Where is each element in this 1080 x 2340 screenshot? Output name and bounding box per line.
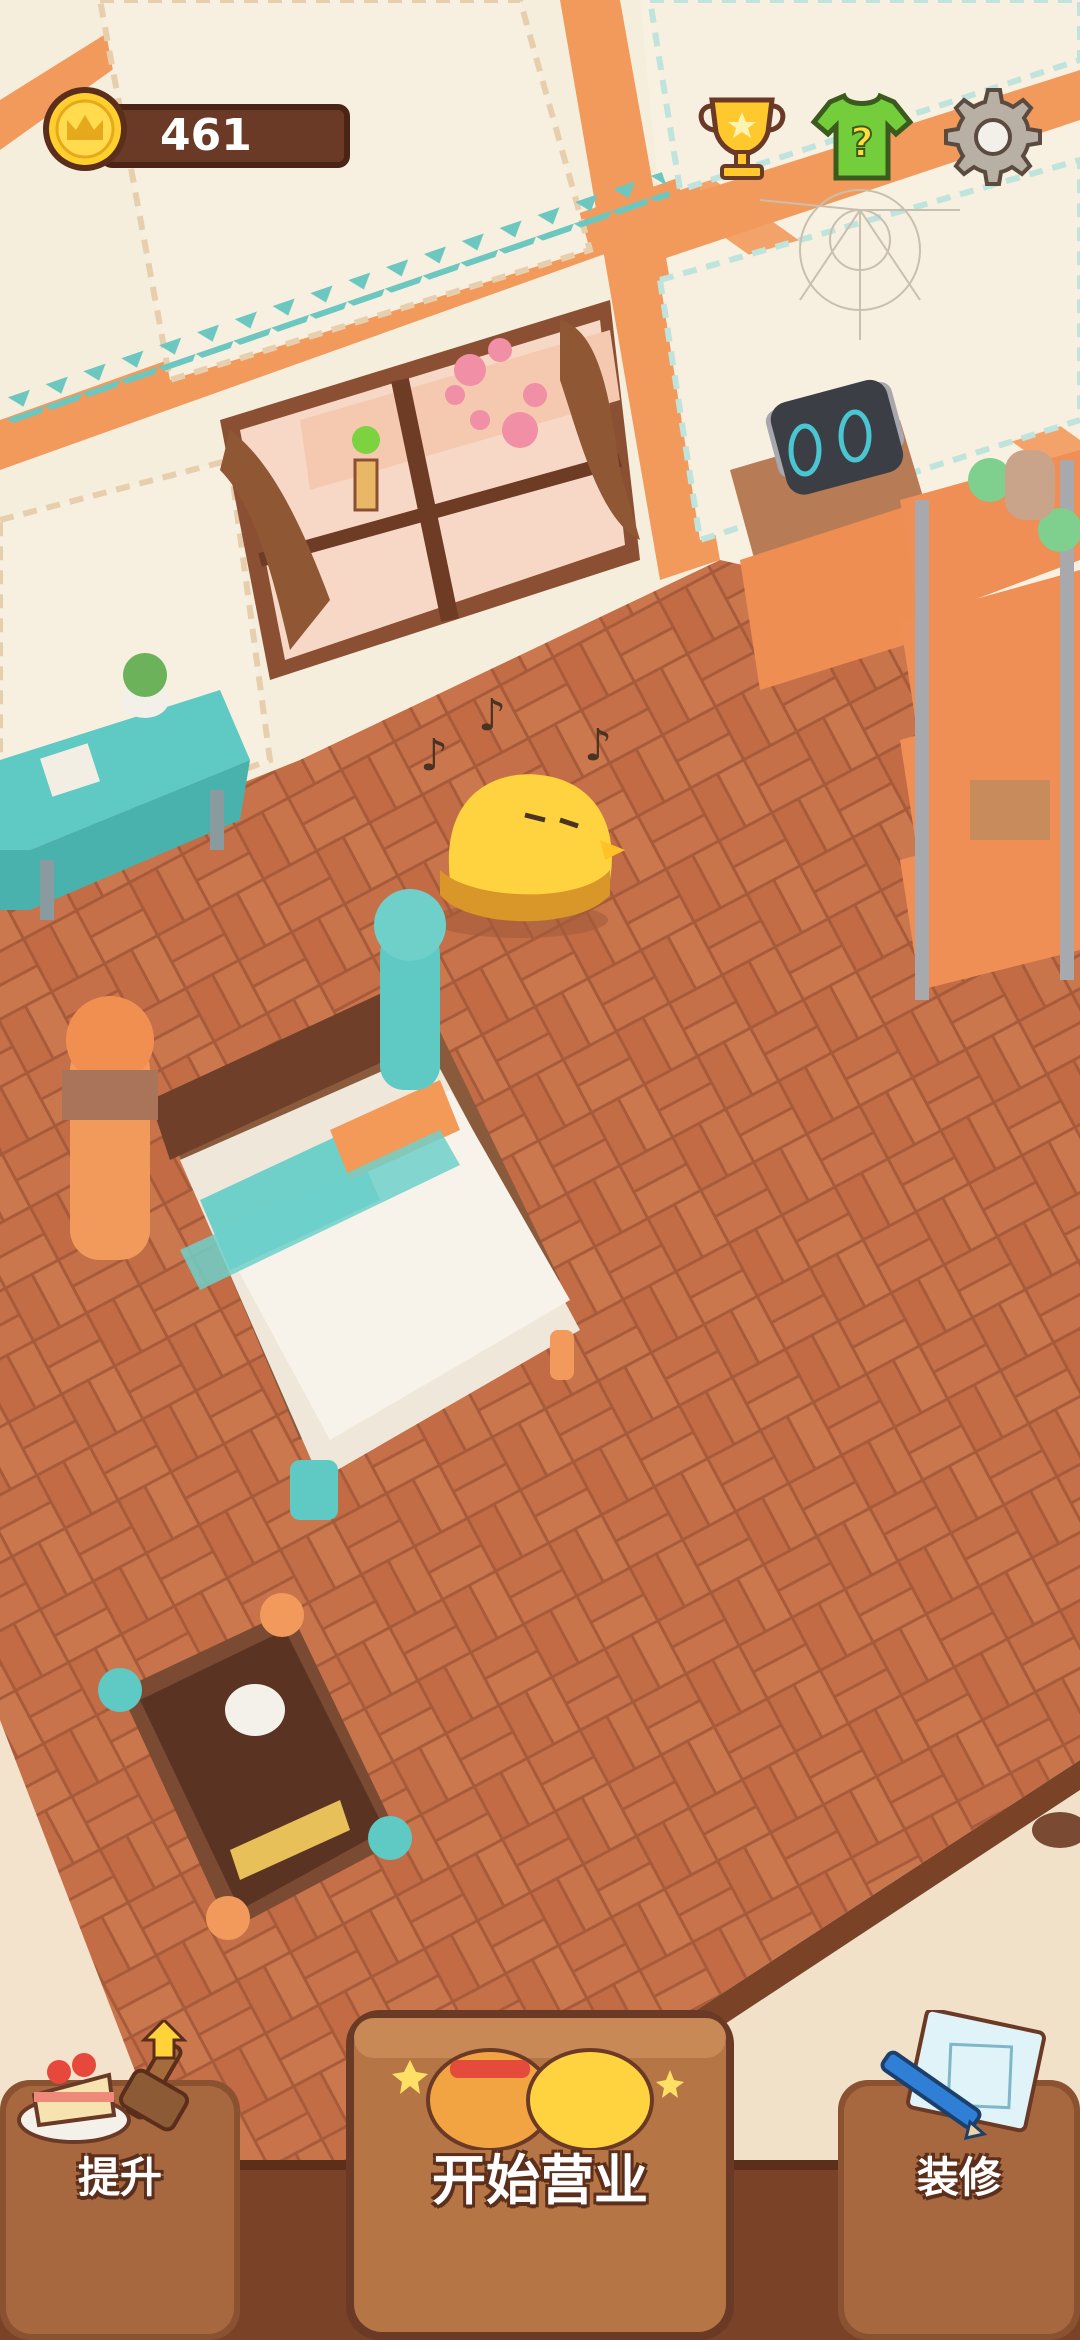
blueprint-pencil-icon [880, 2010, 1046, 2140]
svg-text:♪: ♪ [478, 690, 506, 741]
room-scene: ♪ ♪ ♪ [0, 0, 1080, 2340]
trophy-icon [698, 97, 786, 180]
gear-icon [944, 88, 1042, 186]
chicks-icon [392, 2048, 684, 2150]
coin-amount: 461 [160, 110, 252, 161]
coin-counter: 461 [40, 84, 350, 174]
start-business-label: 开始营业 [432, 2149, 648, 2212]
trophy-button[interactable] [690, 84, 794, 188]
upgrade-label: 提升 [77, 2153, 162, 2202]
decorate-button[interactable]: 装修 [838, 2010, 1080, 2340]
svg-text:♪: ♪ [420, 730, 448, 781]
settings-button[interactable] [942, 84, 1046, 188]
decorate-label: 装修 [916, 2153, 1001, 2202]
upgrade-button[interactable]: 提升 [0, 2020, 240, 2340]
svg-text:?: ? [850, 120, 873, 166]
start-business-button[interactable]: 开始营业 [346, 2010, 734, 2340]
shirt-question-icon: ? [810, 92, 914, 181]
coin-crown-icon [43, 87, 127, 171]
wardrobe-button[interactable]: ? [810, 84, 914, 188]
cake-hammer-icon [17, 2020, 190, 2144]
svg-text:♪: ♪ [584, 720, 612, 771]
